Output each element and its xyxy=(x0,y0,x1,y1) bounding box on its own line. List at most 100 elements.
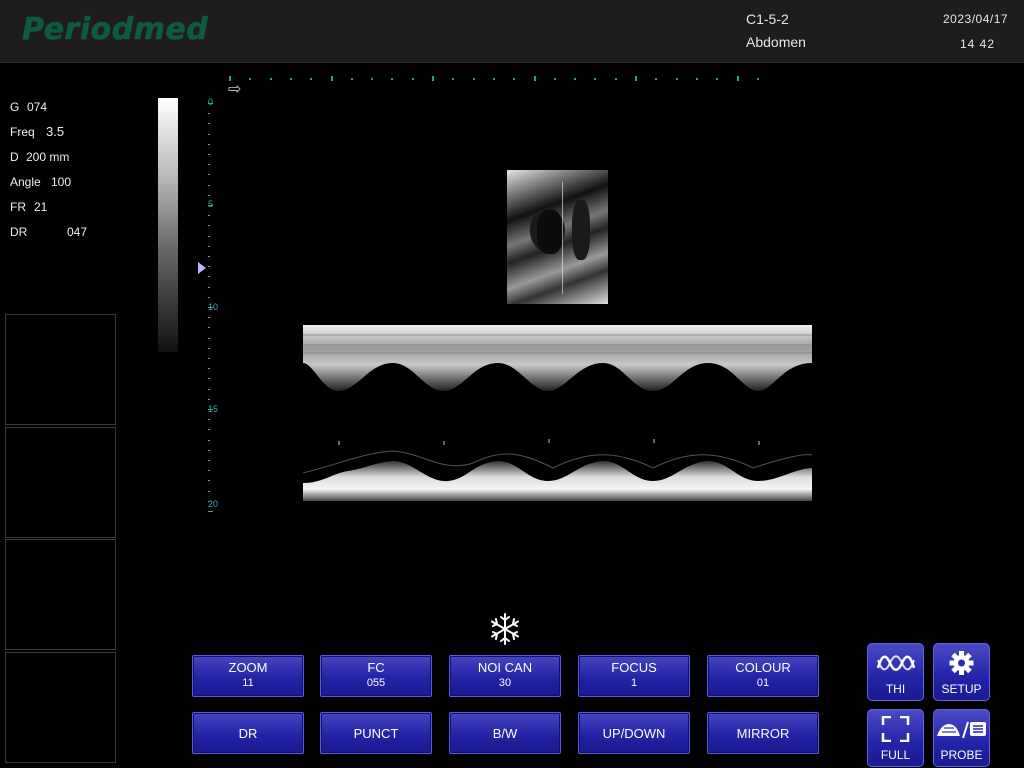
depth-tick xyxy=(208,368,210,370)
depth-tick xyxy=(208,205,213,206)
setup-button[interactable]: SETUP xyxy=(933,643,990,701)
gear-icon xyxy=(949,651,974,675)
lateral-tick xyxy=(756,78,759,80)
depth-tick xyxy=(208,337,210,339)
lateral-tick xyxy=(533,76,536,81)
depth-tick xyxy=(208,388,210,390)
fc-value: 055 xyxy=(366,677,386,689)
depth-tick xyxy=(208,511,213,512)
time: 14 42 xyxy=(960,37,996,51)
lateral-tick xyxy=(594,78,597,80)
noise-cancel-label: NOI CAN xyxy=(477,660,533,675)
up-down-label: UP/DOWN xyxy=(602,726,666,741)
param-dynamic-range: DR 047 xyxy=(10,221,120,246)
lateral-tick xyxy=(269,78,272,80)
depth-tick xyxy=(208,500,210,502)
fullscreen-icon xyxy=(881,716,910,742)
probe-model: C1-5-2 xyxy=(746,11,789,27)
zoom-label: ZOOM xyxy=(228,660,268,675)
lateral-tick xyxy=(289,78,292,80)
lateral-tick xyxy=(675,78,678,80)
depth-tick xyxy=(208,317,210,319)
param-angle: Angle 100 xyxy=(10,171,120,196)
depth-tick xyxy=(208,235,210,237)
thumbnail-slot-1[interactable] xyxy=(5,314,116,425)
punct-button[interactable]: PUNCT xyxy=(320,712,432,754)
depth-tick xyxy=(208,194,210,196)
snowflake-icon[interactable] xyxy=(488,612,522,646)
noise-cancel-button[interactable]: NOI CAN 30 xyxy=(449,655,561,697)
lateral-tick xyxy=(716,78,719,80)
grayscale-bar xyxy=(158,98,178,352)
param-frequency: Freq 3.5 xyxy=(10,121,120,146)
m-line-cursor[interactable] xyxy=(562,182,563,294)
focus-value: 1 xyxy=(630,677,638,689)
up-down-button[interactable]: UP/DOWN xyxy=(578,712,690,754)
thumbnail-slot-2[interactable] xyxy=(5,427,116,538)
mirror-button[interactable]: MIRROR xyxy=(707,712,819,754)
lateral-tick xyxy=(574,78,577,80)
depth-tick xyxy=(208,174,210,176)
param-value: 200 mm xyxy=(26,150,70,164)
lateral-tick xyxy=(736,76,739,81)
lateral-tick xyxy=(614,78,617,80)
b-mode-image xyxy=(507,170,608,304)
colour-label: COLOUR xyxy=(735,660,791,675)
wave-icon xyxy=(876,655,916,671)
lateral-tick xyxy=(655,78,658,80)
depth-tick xyxy=(208,256,210,257)
lateral-tick xyxy=(472,78,475,80)
param-gain: G 074 xyxy=(10,96,120,121)
param-label: DR xyxy=(10,225,28,239)
depth-label-5: 5 xyxy=(208,199,214,209)
param-label: Angle xyxy=(10,175,41,189)
lateral-tick xyxy=(371,78,374,80)
lateral-tick xyxy=(411,78,414,80)
header-bar: Periodmed C1-5-2 Abdomen 2023/04/17 14 4… xyxy=(0,0,1024,63)
param-depth: D 200 mm xyxy=(10,146,120,171)
lateral-tick xyxy=(249,78,252,80)
depth-tick xyxy=(208,347,210,349)
thi-button[interactable]: THI xyxy=(867,643,924,701)
lateral-tick xyxy=(492,78,495,80)
bw-button[interactable]: B/W xyxy=(449,712,561,754)
focus-marker-icon[interactable] xyxy=(198,262,206,274)
dr-label: DR xyxy=(238,726,258,741)
depth-tick xyxy=(208,276,210,278)
depth-tick xyxy=(208,113,210,115)
depth-tick xyxy=(208,245,210,247)
lateral-tick xyxy=(513,78,516,80)
m-mode-trace xyxy=(303,323,812,503)
depth-tick xyxy=(208,409,213,410)
zoom-button[interactable]: ZOOM 11 xyxy=(192,655,304,697)
date: 2023/04/17 xyxy=(943,12,1009,26)
thumbnail-slot-4[interactable] xyxy=(5,652,116,763)
param-value: 100 xyxy=(51,175,72,189)
depth-label-0: 0 xyxy=(208,97,214,107)
full-label: FULL xyxy=(880,748,911,762)
depth-tick xyxy=(208,307,213,308)
lateral-tick xyxy=(432,76,434,81)
fc-button[interactable]: FC 055 xyxy=(320,655,432,697)
param-frame-rate: FR 21 xyxy=(10,196,120,221)
thi-label: THI xyxy=(885,682,906,696)
depth-tick xyxy=(208,164,210,166)
colour-value: 01 xyxy=(756,677,770,689)
depth-tick xyxy=(208,103,213,104)
depth-tick xyxy=(208,358,210,359)
lateral-tick xyxy=(391,78,394,80)
lateral-tick xyxy=(553,78,556,80)
probe-icon xyxy=(937,721,986,739)
depth-tick xyxy=(208,327,210,329)
mirror-label: MIRROR xyxy=(736,726,790,741)
focus-label: FOCUS xyxy=(611,660,657,675)
thumbnail-slot-3[interactable] xyxy=(5,539,116,650)
depth-tick xyxy=(208,378,210,380)
dr-button[interactable]: DR xyxy=(192,712,304,754)
full-button[interactable]: FULL xyxy=(867,709,924,767)
focus-button[interactable]: FOCUS 1 xyxy=(578,655,690,697)
depth-scale: 0 5 10 15 20 xyxy=(195,95,235,515)
colour-button[interactable]: COLOUR 01 xyxy=(707,655,819,697)
probe-button[interactable]: PROBE xyxy=(933,709,990,767)
depth-tick xyxy=(208,460,210,461)
